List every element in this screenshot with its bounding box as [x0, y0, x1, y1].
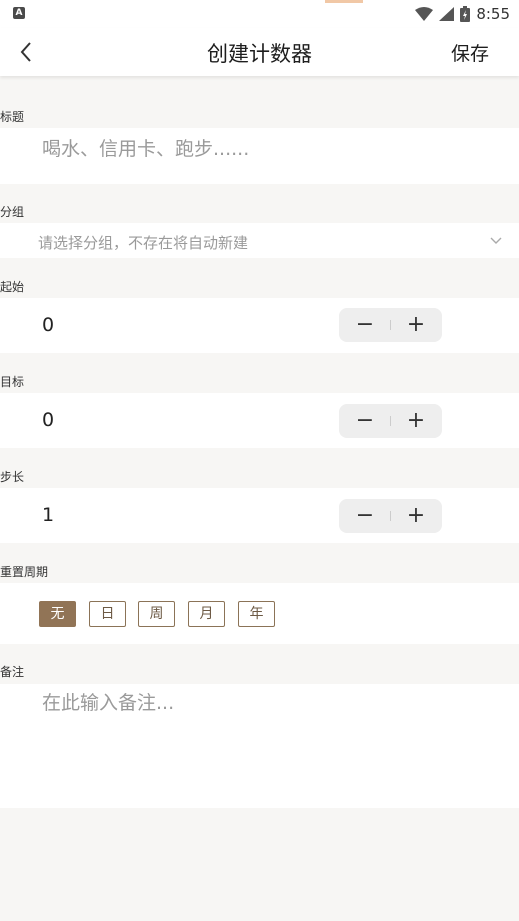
stepper-divider	[390, 511, 391, 521]
group-select[interactable]: 请选择分组，不存在将自动新建	[0, 223, 519, 258]
period-option-week[interactable]: 周	[138, 601, 175, 627]
step-value-input[interactable]: 1	[42, 504, 54, 526]
step-stepper: − +	[339, 499, 442, 533]
target-label: 目标	[0, 375, 25, 389]
step-increment-button[interactable]: +	[392, 499, 440, 533]
chevron-down-icon	[490, 237, 502, 244]
reset-period-row: 无 日 周 月 年	[0, 583, 519, 644]
target-decrement-button[interactable]: −	[341, 404, 389, 438]
step-decrement-button[interactable]: −	[341, 499, 389, 533]
save-button[interactable]: 保存	[451, 39, 489, 66]
note-textarea[interactable]: 在此输入备注...	[0, 684, 519, 808]
start-row: 0 − +	[0, 298, 519, 353]
app-bar: 创建计数器 保存	[0, 28, 519, 76]
status-accent-bar	[325, 0, 363, 3]
step-row: 1 − +	[0, 488, 519, 543]
title-input-placeholder: 喝水、信用卡、跑步......	[42, 138, 250, 160]
period-option-day[interactable]: 日	[89, 601, 126, 627]
period-option-year[interactable]: 年	[238, 601, 275, 627]
group-label: 分组	[0, 205, 25, 219]
note-placeholder: 在此输入备注...	[42, 692, 175, 714]
wifi-icon	[415, 7, 434, 21]
title-label: 标题	[0, 110, 25, 124]
note-label: 备注	[0, 665, 25, 679]
battery-icon	[460, 6, 471, 22]
step-label: 步长	[0, 470, 25, 484]
start-increment-button[interactable]: +	[392, 308, 440, 342]
notification-a-icon: A	[13, 7, 25, 19]
start-decrement-button[interactable]: −	[341, 308, 389, 342]
stepper-divider	[390, 320, 391, 330]
stepper-divider	[390, 416, 391, 426]
reset-period-label: 重置周期	[0, 565, 49, 579]
period-option-month[interactable]: 月	[188, 601, 225, 627]
signal-icon	[439, 7, 455, 21]
start-value-input[interactable]: 0	[42, 314, 54, 336]
page-title: 创建计数器	[207, 42, 312, 66]
group-select-placeholder: 请选择分组，不存在将自动新建	[38, 234, 249, 252]
status-bar: A 8:55	[0, 0, 519, 28]
target-row: 0 − +	[0, 393, 519, 448]
start-label: 起始	[0, 280, 25, 294]
period-option-none[interactable]: 无	[39, 601, 76, 627]
title-field[interactable]: 喝水、信用卡、跑步......	[0, 128, 519, 184]
status-right-cluster: 8:55	[415, 4, 510, 24]
status-time: 8:55	[476, 5, 510, 23]
target-stepper: − +	[339, 404, 442, 438]
start-stepper: − +	[339, 308, 442, 342]
target-increment-button[interactable]: +	[392, 404, 440, 438]
target-value-input[interactable]: 0	[42, 409, 54, 431]
